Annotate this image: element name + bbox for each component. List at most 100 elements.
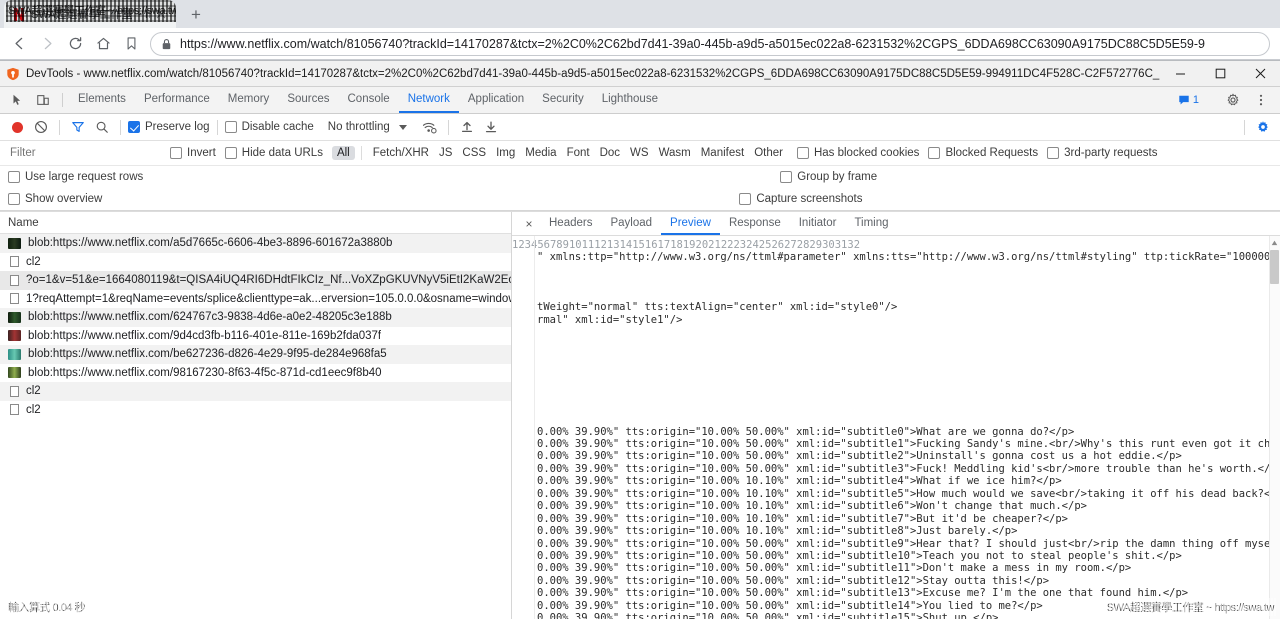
filter-type-manifest[interactable]: Manifest xyxy=(696,146,749,160)
table-row[interactable]: cl2 xyxy=(0,382,511,401)
devtools-tabs-right: 1 xyxy=(1174,87,1280,113)
browser-toolbar: https://www.netflix.com/watch/81056740?t… xyxy=(0,28,1280,60)
vertical-scrollbar[interactable] xyxy=(1269,236,1280,619)
disable-cache-checkbox[interactable]: Disable cache xyxy=(224,121,314,133)
tab-security[interactable]: Security xyxy=(533,87,593,113)
tab-network[interactable]: Network xyxy=(398,87,459,113)
address-bar[interactable]: https://www.netflix.com/watch/81056740?t… xyxy=(150,31,1270,56)
table-row[interactable]: 1?reqAttempt=1&reqName=events/splice&cli… xyxy=(0,290,511,309)
tab-sources[interactable]: Sources xyxy=(278,87,338,113)
minimize-icon[interactable] xyxy=(1160,61,1200,87)
filter-type-fetch-xhr[interactable]: Fetch/XHR xyxy=(368,146,434,160)
new-tab-button[interactable]: + xyxy=(182,0,210,28)
maximize-icon[interactable] xyxy=(1200,61,1240,87)
request-name: blob:https://www.netflix.com/98167230-8f… xyxy=(28,366,382,379)
browser-tab[interactable]: SWA超選賽學工作室 ~ https://swa.tw SWA超選賽學工作室 ~… xyxy=(4,0,176,28)
tab-headers[interactable]: Headers xyxy=(540,212,601,235)
tab-performance[interactable]: Performance xyxy=(135,87,219,113)
record-button[interactable] xyxy=(6,116,28,138)
filter-type-doc[interactable]: Doc xyxy=(595,146,625,160)
use-large-request-rows-box-icon xyxy=(8,171,20,183)
back-arrow-icon[interactable] xyxy=(6,31,32,57)
filter-type-media[interactable]: Media xyxy=(520,146,561,160)
more-options-icon[interactable] xyxy=(1248,93,1274,107)
filter-input[interactable] xyxy=(8,146,148,160)
search-icon[interactable] xyxy=(91,116,113,138)
tab-preview[interactable]: Preview xyxy=(661,212,720,235)
filter-type-js[interactable]: JS xyxy=(434,146,457,160)
hide-data-urls-checkbox[interactable]: Hide data URLs xyxy=(224,147,323,159)
clear-button[interactable] xyxy=(30,116,52,138)
document-icon xyxy=(10,385,19,397)
chevron-down-icon[interactable] xyxy=(398,124,407,130)
table-row[interactable]: blob:https://www.netflix.com/98167230-8f… xyxy=(0,364,511,383)
network-conditions-icon[interactable] xyxy=(419,116,441,138)
filter-type-other[interactable]: Other xyxy=(749,146,788,160)
table-row[interactable]: ?o=1&v=51&e=1664080119&t=QISA4iUQ4RI6DHd… xyxy=(0,271,511,290)
tab-lighthouse[interactable]: Lighthouse xyxy=(593,87,667,113)
home-icon[interactable] xyxy=(90,31,116,57)
preview-code-viewer[interactable]: 1234567891011121314151617181920212223242… xyxy=(512,236,1280,619)
import-har-icon[interactable] xyxy=(456,116,478,138)
option-row-2: Show overview Capture screenshots xyxy=(0,188,1280,210)
tab-memory[interactable]: Memory xyxy=(219,87,279,113)
close-detail-icon[interactable]: × xyxy=(518,212,540,235)
bookmark-icon[interactable] xyxy=(118,31,144,57)
tab-elements[interactable]: Elements xyxy=(69,87,135,113)
filter-type-all[interactable]: All xyxy=(331,146,355,160)
filter-type-ws[interactable]: WS xyxy=(625,146,654,160)
forward-arrow-icon[interactable] xyxy=(34,31,60,57)
close-icon[interactable] xyxy=(1240,61,1280,87)
tab-payload[interactable]: Payload xyxy=(601,212,661,235)
table-row[interactable]: blob:https://www.netflix.com/be627236-d8… xyxy=(0,345,511,364)
code-line: 0.00% 39.90%" tts:origin="10.00% 10.10%"… xyxy=(537,487,1280,500)
message-icon xyxy=(1179,95,1189,105)
message-count-badge[interactable]: 1 xyxy=(1174,93,1203,107)
code-line: 0.00% 39.90%" tts:origin="10.00% 10.10%"… xyxy=(537,512,1069,525)
tab-response[interactable]: Response xyxy=(720,212,790,235)
has-blocked-cookies-checkbox[interactable]: Has blocked cookies xyxy=(796,147,919,159)
table-row[interactable]: blob:https://www.netflix.com/624767c3-98… xyxy=(0,308,511,327)
capture-screenshots-checkbox[interactable]: Capture screenshots xyxy=(739,193,862,205)
scrollbar-thumb[interactable] xyxy=(1270,250,1279,284)
tab-title-redaction-text: SWA超選賽學工作室 ~ https://swa.tw xyxy=(8,5,176,17)
code-line-numbers: 1234567891011121314151617181920212223242… xyxy=(512,236,860,619)
table-row[interactable]: blob:https://www.netflix.com/a5d7665c-66… xyxy=(0,234,511,253)
media-thumbnail-icon xyxy=(8,367,21,379)
blocked-requests-checkbox[interactable]: Blocked Requests xyxy=(928,147,1038,159)
devtools-window-title: DevTools - www.netflix.com/watch/8105674… xyxy=(26,67,1160,80)
network-settings-gear-icon[interactable] xyxy=(1252,116,1274,138)
show-overview-checkbox[interactable]: Show overview xyxy=(8,193,102,205)
tab-application[interactable]: Application xyxy=(459,87,533,113)
table-row[interactable]: cl2 xyxy=(0,253,511,272)
filter-type-img[interactable]: Img xyxy=(491,146,520,160)
export-har-icon[interactable] xyxy=(480,116,502,138)
inspect-element-icon[interactable] xyxy=(4,87,30,113)
device-toolbar-icon[interactable] xyxy=(30,87,56,113)
filter-icon[interactable] xyxy=(67,116,89,138)
use-large-request-rows-checkbox[interactable]: Use large request rows xyxy=(8,171,143,183)
filter-type-css[interactable]: CSS xyxy=(457,146,491,160)
filter-type-font[interactable]: Font xyxy=(562,146,595,160)
reload-arrow-icon[interactable] xyxy=(62,31,88,57)
filter-type-wasm[interactable]: Wasm xyxy=(654,146,696,160)
tab-console[interactable]: Console xyxy=(339,87,399,113)
table-row[interactable]: blob:https://www.netflix.com/9d4cd3fb-b1… xyxy=(0,327,511,346)
preserve-log-checkbox[interactable]: Preserve log xyxy=(128,121,210,133)
tab-timing[interactable]: Timing xyxy=(845,212,897,235)
scroll-up-arrow-icon[interactable] xyxy=(1270,237,1279,248)
table-row[interactable]: cl2 xyxy=(0,401,511,420)
code-line: 0.00% 39.90%" tts:origin="10.00% 10.10%"… xyxy=(537,525,1018,538)
gear-icon[interactable] xyxy=(1220,93,1246,107)
invert-checkbox[interactable]: Invert xyxy=(170,147,216,159)
request-name: ?o=1&v=51&e=1664080119&t=QISA4iUQ4RI6DHd… xyxy=(26,274,511,287)
tab-initiator[interactable]: Initiator xyxy=(790,212,846,235)
request-list[interactable]: blob:https://www.netflix.com/a5d7665c-66… xyxy=(0,234,511,619)
throttling-select[interactable]: No throttling xyxy=(328,121,390,133)
third-party-requests-checkbox[interactable]: 3rd-party requests xyxy=(1047,147,1157,159)
code-line: 0.00% 39.90%" tts:origin="10.00% 50.00%"… xyxy=(537,462,1280,475)
group-by-frame-checkbox[interactable]: Group by frame xyxy=(780,171,877,183)
network-main-area: Name blob:https://www.netflix.com/a5d766… xyxy=(0,211,1280,619)
